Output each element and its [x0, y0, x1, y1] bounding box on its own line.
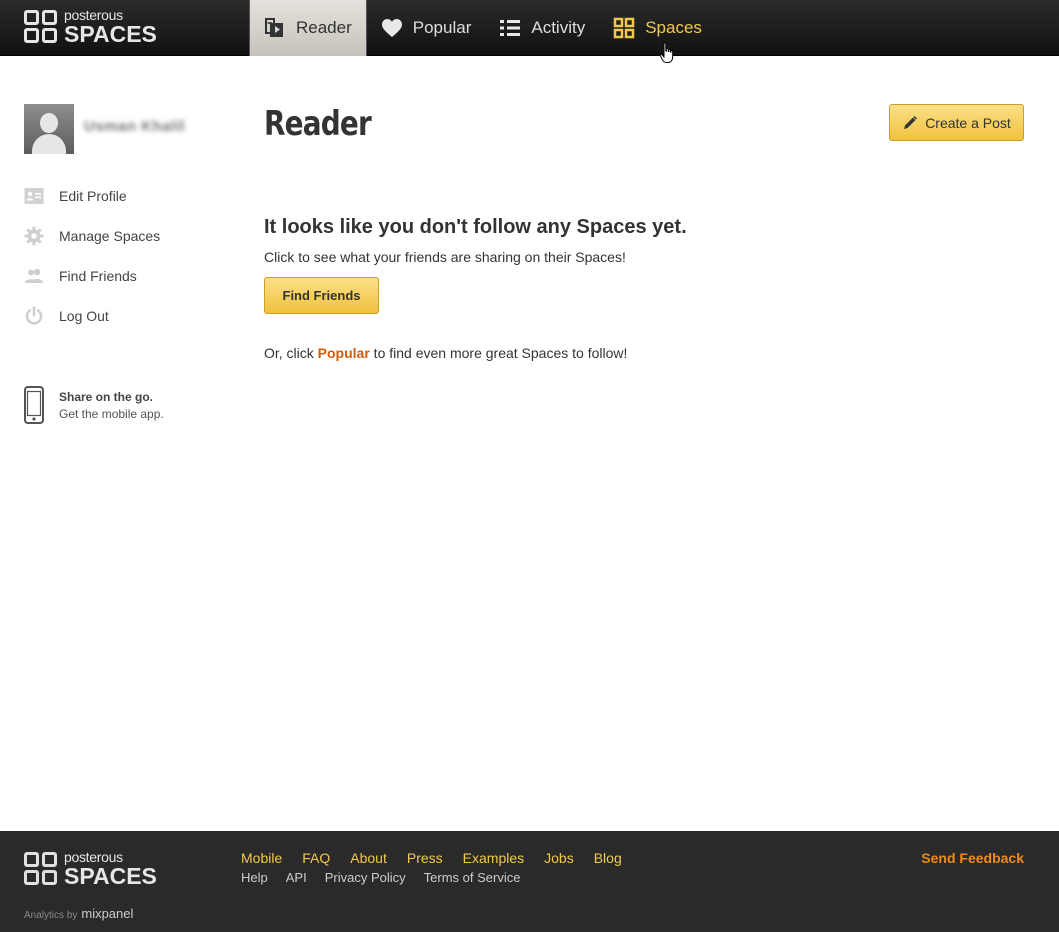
sidebar-item-label: Log Out: [59, 308, 109, 324]
logo-mark-icon: [24, 10, 58, 44]
analytics-credit[interactable]: Analytics by mixpanel: [24, 906, 133, 921]
username[interactable]: Usman Khalil: [84, 118, 185, 135]
find-friends-button[interactable]: Find Friends: [264, 277, 379, 314]
send-feedback-link[interactable]: Send Feedback: [921, 850, 1024, 866]
mobile-promo-title: Share on the go.: [59, 390, 154, 404]
footer-link-jobs[interactable]: Jobs: [544, 850, 574, 866]
sidebar-item-find-friends[interactable]: Find Friends: [24, 256, 160, 296]
footer-link-api[interactable]: API: [286, 870, 307, 885]
mobile-app-promo[interactable]: Share on the go. Get the mobile app.: [24, 386, 164, 424]
top-nav-bar: posterous SPACES Reader Popular Activity…: [0, 0, 1059, 56]
grid-icon: [613, 17, 635, 39]
page-title: Reader: [264, 104, 372, 144]
create-post-button[interactable]: Create a Post: [889, 104, 1024, 141]
nav-activity-label: Activity: [531, 18, 586, 37]
footer-link-examples[interactable]: Examples: [463, 850, 524, 866]
footer-logo[interactable]: posterous SPACES: [24, 850, 157, 888]
sidebar-item-label: Find Friends: [59, 268, 137, 284]
posterous-logo[interactable]: posterous SPACES: [24, 7, 164, 47]
footer-link-about[interactable]: About: [350, 850, 387, 866]
avatar[interactable]: [24, 104, 74, 154]
sidebar-item-label: Edit Profile: [59, 188, 127, 204]
sidebar-item-edit-profile[interactable]: Edit Profile: [24, 176, 160, 216]
gear-icon: [24, 226, 44, 246]
list-icon: [499, 17, 521, 39]
footer-link-help[interactable]: Help: [241, 870, 268, 885]
mixpanel-logo: mixpanel: [81, 906, 134, 921]
footer-logo-text-small: posterous: [64, 849, 123, 865]
logo-mark-icon: [24, 852, 58, 886]
phone-icon: [24, 386, 44, 424]
popular-hint-prefix: Or, click: [264, 345, 318, 361]
hand-cursor-icon: [659, 42, 674, 63]
footer-secondary-links: Help API Privacy Policy Terms of Service: [241, 870, 538, 885]
mobile-promo-subtitle: Get the mobile app.: [59, 407, 164, 421]
nav-popular-label: Popular: [412, 18, 472, 37]
heart-icon: [381, 17, 403, 39]
logo-text-small: posterous: [64, 7, 123, 23]
friends-icon: [24, 266, 44, 286]
nav-popular[interactable]: Popular: [367, 0, 486, 56]
empty-state-subtitle: Click to see what your friends are shari…: [264, 249, 626, 265]
footer-link-blog[interactable]: Blog: [594, 850, 622, 866]
pencil-icon: [904, 115, 918, 129]
sidebar-item-label: Manage Spaces: [59, 228, 161, 244]
footer-primary-links: Mobile FAQ About Press Examples Jobs Blo…: [241, 850, 642, 866]
footer-link-faq[interactable]: FAQ: [302, 850, 330, 866]
footer-logo-text-large: SPACES: [64, 863, 157, 889]
nav-activity[interactable]: Activity: [485, 0, 599, 56]
footer-link-press[interactable]: Press: [407, 850, 443, 866]
nav-spaces-label: Spaces: [645, 18, 702, 37]
main-nav: Reader Popular Activity Spaces: [249, 0, 716, 56]
nav-reader[interactable]: Reader: [249, 0, 367, 56]
footer-link-privacy[interactable]: Privacy Policy: [325, 870, 406, 885]
sidebar-menu: Edit Profile Manage Spaces Find Friends …: [24, 176, 160, 336]
footer-link-mobile[interactable]: Mobile: [241, 850, 282, 866]
sidebar-item-manage-spaces[interactable]: Manage Spaces: [24, 216, 160, 256]
logo-text-large: SPACES: [64, 21, 157, 47]
popular-hint-suffix: to find even more great Spaces to follow…: [369, 345, 628, 361]
nav-spaces[interactable]: Spaces: [599, 0, 716, 56]
empty-state-title: It looks like you don't follow any Space…: [264, 216, 687, 238]
create-post-label: Create a Post: [925, 114, 1011, 131]
sidebar-item-log-out[interactable]: Log Out: [24, 296, 160, 336]
popular-hint: Or, click Popular to find even more grea…: [264, 345, 627, 361]
analytics-label: Analytics by: [24, 910, 78, 921]
popular-link[interactable]: Popular: [318, 345, 370, 361]
footer: posterous SPACES Analytics by mixpanel Mo…: [0, 831, 1059, 932]
reader-icon: [264, 17, 286, 39]
footer-link-terms[interactable]: Terms of Service: [424, 870, 521, 885]
profile-card-icon: [24, 186, 44, 206]
nav-reader-label: Reader: [296, 18, 352, 37]
power-icon: [24, 306, 44, 326]
